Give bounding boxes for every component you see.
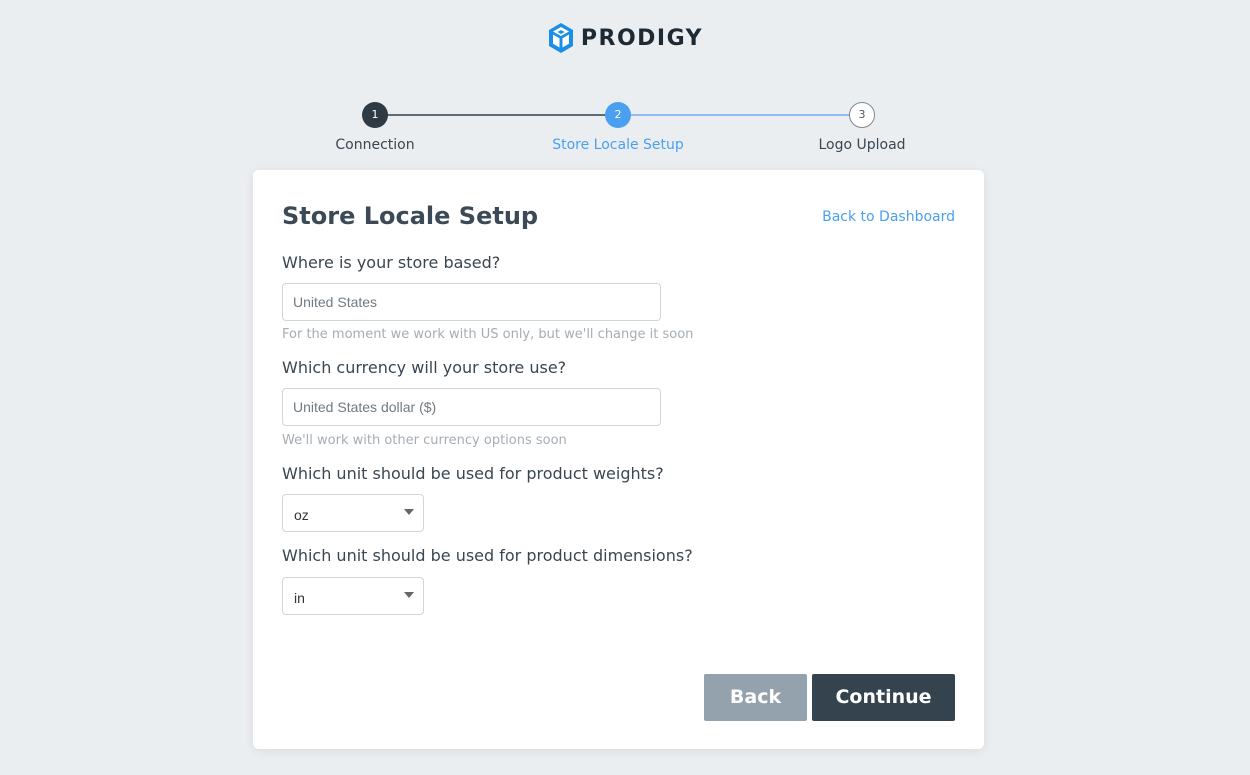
back-button[interactable]: Back [704, 674, 807, 721]
step-number: 1 [362, 102, 388, 128]
chevron-down-icon [404, 509, 414, 515]
dimension-unit-select[interactable]: in [282, 577, 424, 615]
step-logo-upload[interactable]: 3 Logo Upload [762, 102, 962, 153]
cube-logo-icon [547, 22, 575, 54]
step-label: Logo Upload [818, 137, 906, 153]
currency-hint: We'll work with other currency options s… [282, 433, 567, 448]
progress-stepper: 1 Connection 2 Store Locale Setup 3 Logo… [0, 100, 1250, 160]
step-store-locale-setup[interactable]: 2 Store Locale Setup [518, 102, 718, 153]
step-number: 3 [849, 102, 875, 128]
continue-button[interactable]: Continue [812, 674, 955, 721]
step-number: 2 [605, 102, 631, 128]
chevron-down-icon [404, 592, 414, 598]
country-hint: For the moment we work with US only, but… [282, 327, 694, 342]
currency-question: Which currency will your store use? [282, 358, 567, 377]
back-to-dashboard-link[interactable]: Back to Dashboard [822, 209, 955, 225]
step-label: Store Locale Setup [552, 137, 684, 153]
dimension-unit-value: in [294, 590, 305, 606]
page-title: Store Locale Setup [282, 202, 539, 230]
weight-unit-question: Which unit should be used for product we… [282, 464, 664, 483]
country-question: Where is your store based? [282, 253, 501, 272]
brand-name: PRODIGY [580, 25, 704, 51]
weight-unit-value: oz [294, 507, 309, 523]
locale-setup-card: Store Locale Setup Back to Dashboard Whe… [253, 170, 984, 749]
step-label: Connection [335, 137, 415, 153]
country-input[interactable] [282, 283, 661, 321]
dimension-unit-question: Which unit should be used for product di… [282, 546, 693, 565]
brand-header: PRODIGY [0, 20, 1250, 56]
currency-input[interactable] [282, 388, 661, 426]
weight-unit-select[interactable]: oz [282, 494, 424, 532]
step-connection[interactable]: 1 Connection [275, 102, 475, 153]
